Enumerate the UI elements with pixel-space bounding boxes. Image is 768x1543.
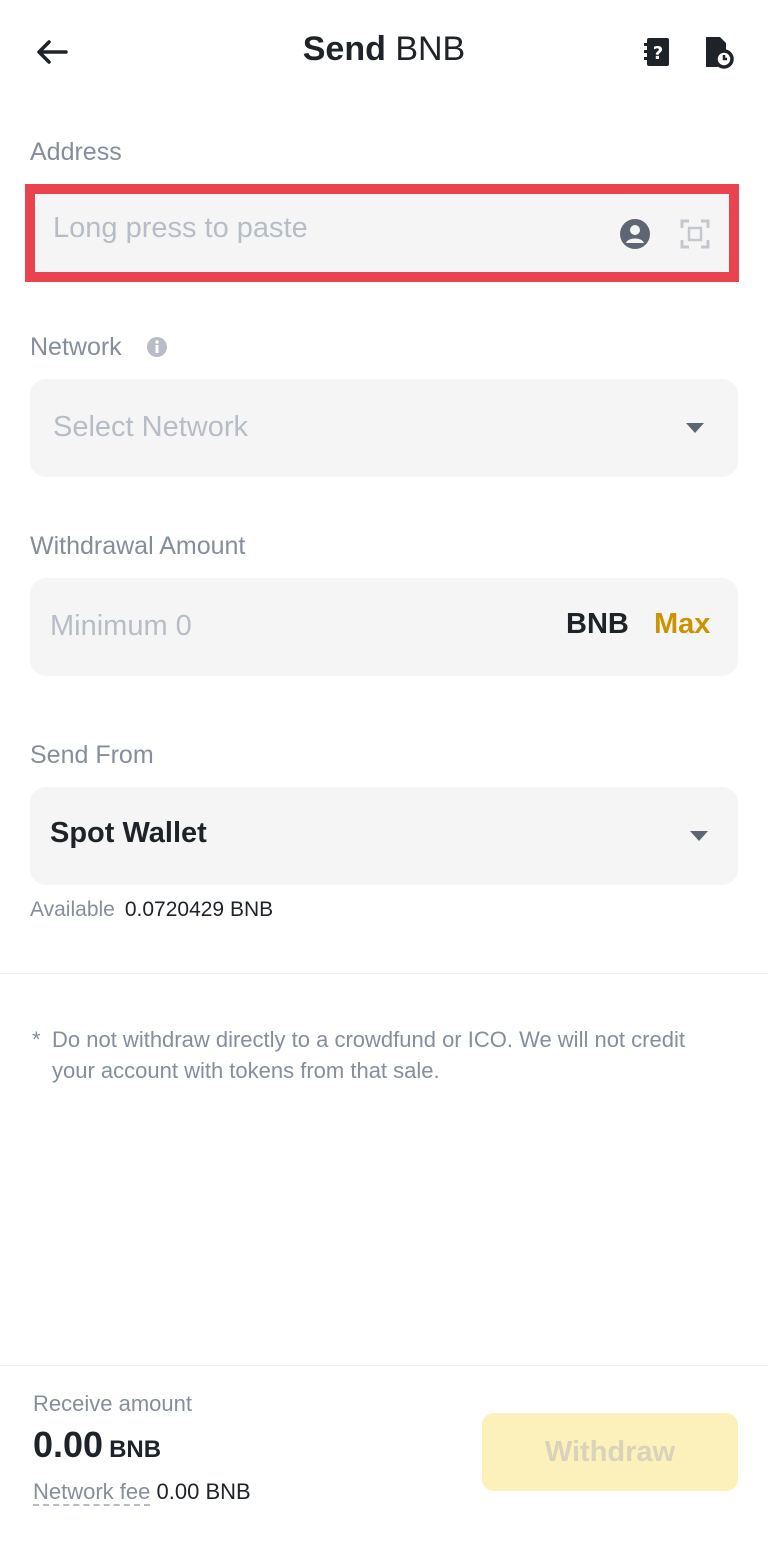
- chevron-down-icon: [686, 423, 704, 433]
- info-icon[interactable]: [146, 336, 168, 358]
- title-action: Send: [302, 30, 386, 68]
- title-asset: BNB: [395, 30, 466, 68]
- available-value: 0.0720429 BNB: [124, 898, 274, 921]
- amount-placeholder: Minimum 0: [50, 610, 192, 642]
- max-button[interactable]: Max: [654, 608, 710, 641]
- receive-label: Receive amount: [33, 1391, 192, 1416]
- svg-text:?: ?: [653, 43, 663, 64]
- contact-icon[interactable]: [619, 218, 651, 250]
- available-balance: Available 0.0720429 BNB: [30, 898, 273, 922]
- network-placeholder: Select Network: [53, 411, 249, 443]
- header: Send BNB ?: [0, 0, 768, 104]
- amount-label: Withdrawal Amount: [30, 532, 246, 560]
- wallet-select[interactable]: Spot Wallet: [30, 787, 738, 885]
- network-label: Network: [30, 333, 122, 361]
- faq-book-icon: ?: [644, 38, 669, 66]
- address-label: Address: [30, 138, 122, 166]
- notice-text: Do not withdraw directly to a crowdfund …: [52, 1027, 685, 1083]
- notice-star: *: [32, 1027, 41, 1052]
- network-fee-value: 0.00 BNB: [156, 1479, 251, 1504]
- amount-input[interactable]: Minimum 0 BNB Max: [30, 578, 738, 676]
- network-select[interactable]: Select Network: [30, 379, 738, 477]
- withdraw-notice: * Do not withdraw directly to a crowdfun…: [32, 1024, 712, 1086]
- amount-unit: BNB: [566, 608, 629, 640]
- faq-button[interactable]: ?: [640, 34, 676, 70]
- network-fee-label[interactable]: Network fee: [33, 1479, 151, 1506]
- receive-amount: 0.00 BNB: [33, 1424, 161, 1466]
- network-fee: Network fee 0.00 BNB: [33, 1479, 251, 1506]
- withdraw-button[interactable]: Withdraw: [482, 1413, 738, 1491]
- history-icon: [706, 37, 734, 69]
- receive-value: 0.00: [33, 1424, 104, 1465]
- send-from-label: Send From: [30, 741, 154, 769]
- address-input[interactable]: Long press to paste: [35, 194, 729, 272]
- history-button[interactable]: [700, 34, 736, 70]
- section-divider: [0, 973, 768, 974]
- footer-divider: [0, 1365, 768, 1366]
- scan-icon[interactable]: [679, 218, 711, 250]
- receive-unit: BNB: [109, 1436, 162, 1463]
- address-placeholder: Long press to paste: [53, 212, 308, 244]
- available-label: Available: [30, 898, 115, 921]
- wallet-value: Spot Wallet: [50, 817, 207, 849]
- chevron-down-icon: [690, 831, 708, 841]
